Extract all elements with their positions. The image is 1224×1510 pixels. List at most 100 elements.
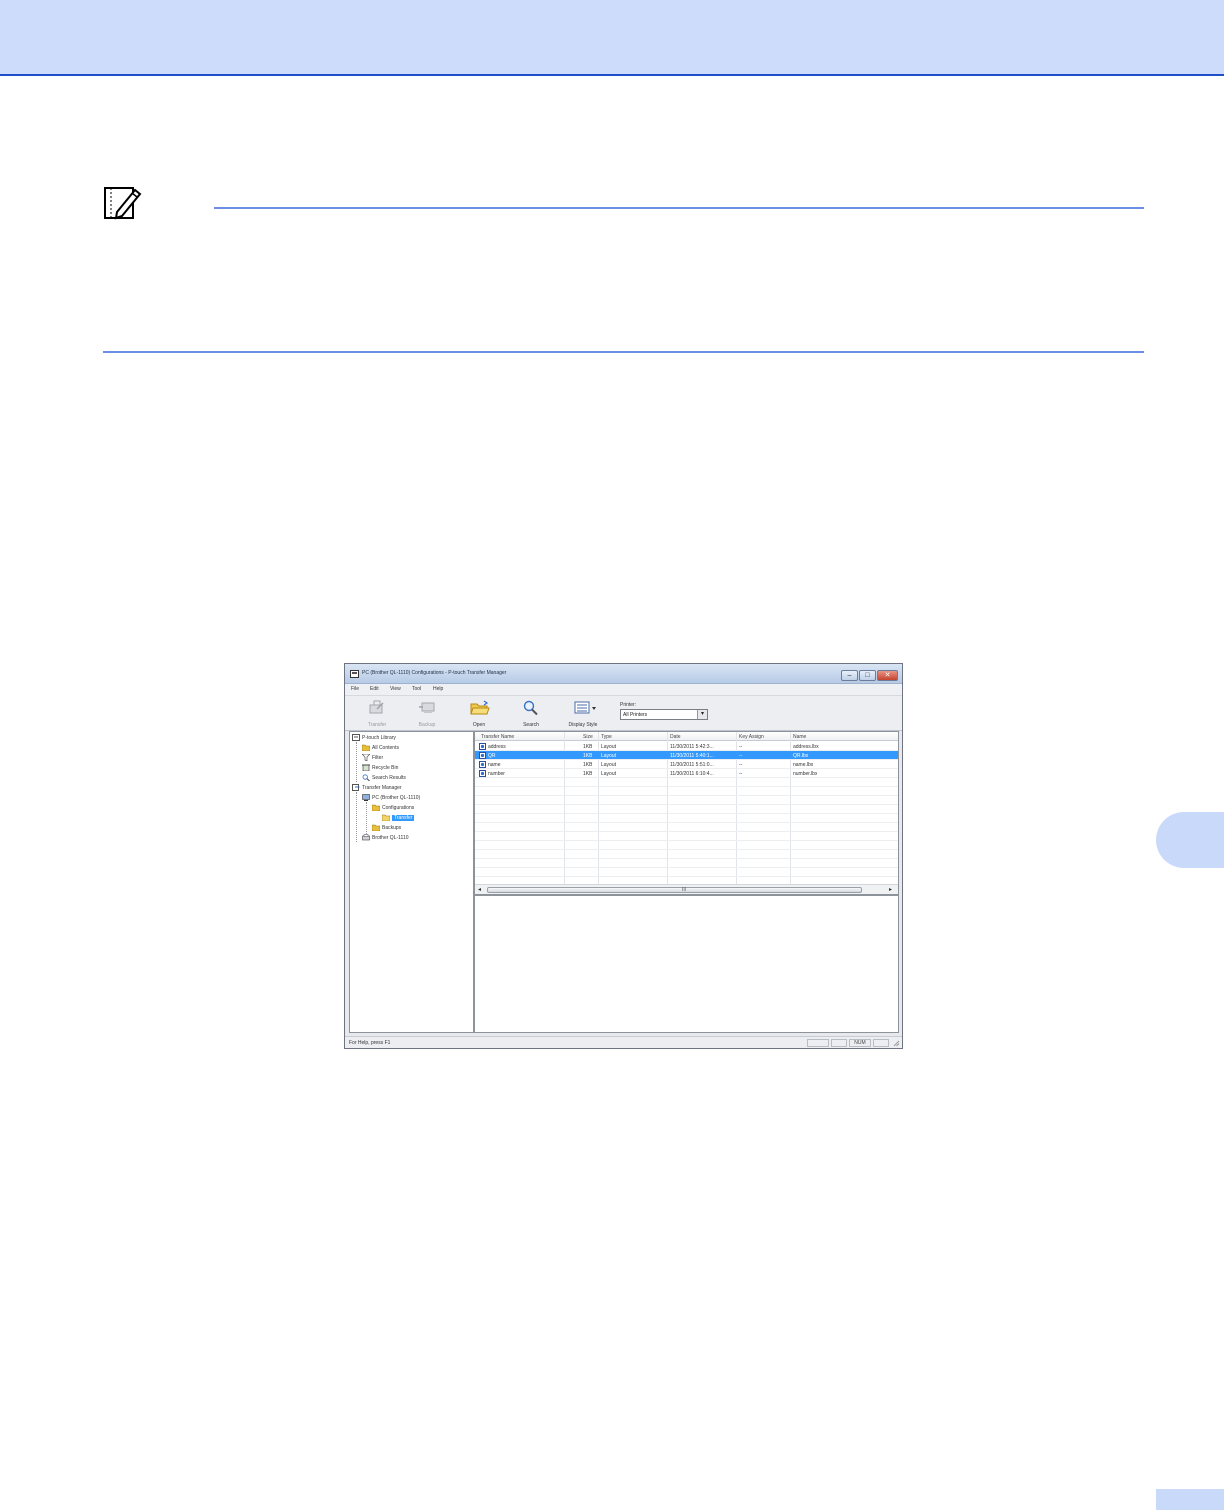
minimize-icon: – <box>847 672 852 679</box>
column-header-type[interactable]: Type <box>601 734 612 740</box>
cell-type: Layout <box>601 771 617 777</box>
transfer-list[interactable]: Transfer Name Size Type Date Key Assign … <box>474 731 899 895</box>
maximize-button[interactable]: □ <box>859 670 876 681</box>
tree-label: Transfer <box>392 815 415 821</box>
chevron-down-icon[interactable]: ▾ <box>697 710 707 719</box>
menu-bar: File Edit View Tool Help <box>345 684 902 695</box>
horizontal-scrollbar[interactable]: ◂ III ▸ <box>475 884 898 894</box>
tree-item-ptouch-library[interactable]: P-touch Library <box>350 733 474 743</box>
tree-label: Backups <box>382 825 402 831</box>
tree-label: Brother QL-1110 <box>372 835 409 841</box>
cell-size: 1KB <box>583 771 593 777</box>
status-bar: For Help, press F1 NUM <box>345 1036 902 1048</box>
cell-size: 1KB <box>583 753 593 759</box>
open-button[interactable]: Open <box>457 696 501 731</box>
tree-label: Recycle Bin <box>372 765 399 771</box>
cell-size: 1KB <box>583 762 593 768</box>
status-cell-1 <box>807 1039 829 1047</box>
transfer-icon <box>369 700 384 714</box>
printer-select-value: All Printers <box>623 712 648 718</box>
search-icon <box>523 700 538 716</box>
display-style-label: Display Style <box>568 722 598 728</box>
empty-row <box>475 787 898 796</box>
tree-item-backups[interactable]: Backups <box>350 823 474 833</box>
layout-file-icon <box>479 770 486 777</box>
printer-icon <box>362 834 370 841</box>
scroll-left-icon[interactable]: ◂ <box>478 886 481 893</box>
tree-item-search-results[interactable]: Search Results <box>350 773 474 783</box>
cell-name: address.lbx <box>793 744 819 750</box>
empty-row <box>475 859 898 868</box>
transfer-manager-icon <box>352 784 360 791</box>
tree-item-configurations[interactable]: Configurations <box>350 803 474 813</box>
status-cell-2 <box>831 1039 847 1047</box>
column-header-key-assign[interactable]: Key Assign <box>739 734 764 740</box>
folder-tree[interactable]: P-touch Library All Contents Filter Recy… <box>349 731 474 1033</box>
printer-select[interactable]: All Printers ▾ <box>620 709 708 720</box>
tree-item-transfer[interactable]: Transfer <box>350 813 474 823</box>
search-button[interactable]: Search <box>509 696 553 731</box>
note-rule-bottom <box>103 351 1144 353</box>
display-style-button[interactable]: Display Style <box>561 696 605 731</box>
open-label: Open <box>472 722 486 728</box>
empty-row <box>475 823 898 832</box>
scroll-right-icon[interactable]: ▸ <box>889 886 892 893</box>
close-icon: ✕ <box>884 672 891 679</box>
transfer-manager-window: PC (Brother QL-1110) Configurations - P-… <box>344 663 903 1049</box>
cell-date: 11/30/2011 5:42:3... <box>670 744 714 750</box>
folder-icon <box>372 824 380 831</box>
transfer-button[interactable]: Transfer <box>355 696 399 731</box>
toolbar: Transfer Backup Open Search Display Styl… <box>345 695 902 731</box>
tree-item-all-contents[interactable]: All Contents <box>350 743 474 753</box>
title-bar: PC (Brother QL-1110) Configurations - P-… <box>345 664 902 684</box>
library-icon <box>352 734 360 741</box>
tree-item-recycle-bin[interactable]: Recycle Bin <box>350 763 474 773</box>
table-row[interactable]: address 1KB Layout 11/30/2011 5:42:3... … <box>475 742 898 751</box>
menu-help[interactable]: Help <box>433 686 443 692</box>
backup-icon <box>419 702 435 713</box>
column-header-date[interactable]: Date <box>670 734 681 740</box>
menu-view[interactable]: View <box>390 686 401 692</box>
recycle-bin-icon <box>362 764 370 771</box>
display-style-icon <box>574 701 596 714</box>
search-label: Search <box>523 722 539 728</box>
cell-name: name.lbx <box>793 762 814 768</box>
table-row[interactable]: number 1KB Layout 11/30/2011 6:10:4... -… <box>475 769 898 778</box>
tree-item-pc[interactable]: PC (Brother QL-1110) <box>350 793 474 803</box>
resize-grip-icon[interactable] <box>893 1040 900 1047</box>
window-title: PC (Brother QL-1110) Configurations - P-… <box>362 670 507 676</box>
cell-date: 11/30/2011 5:51:0... <box>670 762 714 768</box>
column-header-transfer-name[interactable]: Transfer Name <box>481 734 514 740</box>
cell-key-assign: -- <box>739 753 743 759</box>
app-icon <box>350 670 359 678</box>
scroll-thumb[interactable]: III <box>487 887 862 893</box>
close-button[interactable]: ✕ <box>877 670 898 681</box>
menu-file[interactable]: File <box>351 686 359 692</box>
column-header-size[interactable]: Size <box>583 734 593 740</box>
layout-file-icon <box>479 743 486 750</box>
menu-tool[interactable]: Tool <box>412 686 421 692</box>
menu-edit[interactable]: Edit <box>370 686 379 692</box>
preview-pane <box>474 895 899 1033</box>
tree-item-filter[interactable]: Filter <box>350 753 474 763</box>
empty-row <box>475 868 898 877</box>
transfer-label: Transfer <box>367 722 387 728</box>
minimize-button[interactable]: – <box>841 670 858 681</box>
cell-type: Layout <box>601 753 617 759</box>
tree-item-transfer-manager[interactable]: Transfer Manager <box>350 783 474 793</box>
tree-item-printer[interactable]: Brother QL-1110 <box>350 833 474 843</box>
page-header-band <box>0 0 1224 76</box>
table-row[interactable]: name 1KB Layout 11/30/2011 5:51:0... -- … <box>475 760 898 769</box>
tree-label: Filter <box>372 755 384 761</box>
chapter-tab <box>1156 812 1224 868</box>
search-icon <box>362 774 370 781</box>
backup-button[interactable]: Backup <box>405 696 449 731</box>
empty-row <box>475 850 898 859</box>
empty-row <box>475 778 898 787</box>
note-pencil-icon <box>104 187 142 220</box>
page-number-box <box>1156 1489 1224 1510</box>
empty-row <box>475 805 898 814</box>
column-header-name[interactable]: Name <box>793 734 806 740</box>
table-row[interactable]: QR 1KB Layout 11/30/2011 5:40:1... -- QR… <box>475 751 898 760</box>
status-text: For Help, press F1 <box>349 1040 391 1046</box>
